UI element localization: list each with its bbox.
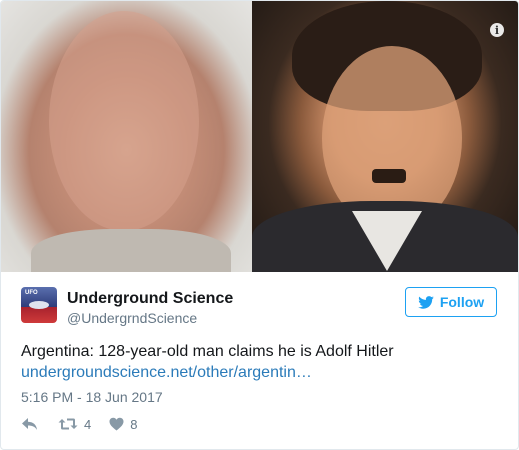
follow-button[interactable]: Follow [405,287,497,317]
tweet-link[interactable]: undergroundscience.net/other/argentin… [21,362,312,383]
follow-button-label: Follow [439,294,485,310]
reply-icon [22,418,37,430]
retweet-count: 4 [84,416,92,432]
tweet-timestamp[interactable]: 5:16 PM - 18 Jun 2017 [21,389,163,405]
tweet-actions: 4 8 [21,414,137,434]
like-count: 8 [130,416,138,432]
like-button[interactable]: 8 [109,417,137,432]
author-handle[interactable]: @UndergrndScience [67,310,197,326]
author-name[interactable]: Underground Science [67,290,233,308]
info-icon[interactable]: i [490,23,504,37]
retweet-button[interactable]: 4 [58,417,91,432]
photo-right[interactable]: i [252,1,518,272]
left-photo-shirt [31,229,231,272]
tweet-text: Argentina: 128-year-old man claims he is… [21,343,394,360]
photo-left[interactable] [1,1,252,272]
tweet-header: UFO Underground Science @UndergrndScienc… [21,287,501,327]
tweet-card: i UFO Underground Science @UndergrndScie… [0,0,519,450]
avatar[interactable]: UFO [21,287,57,323]
twitter-bird-icon [418,295,434,309]
left-photo-subject [49,11,199,231]
ufo-icon [29,301,49,309]
retweet-icon [58,418,78,430]
heart-icon [109,417,124,431]
right-photo-mustache [372,169,406,183]
tweet-media[interactable]: i [1,1,518,272]
avatar-tag: UFO [25,290,38,296]
reply-button[interactable] [21,417,38,431]
